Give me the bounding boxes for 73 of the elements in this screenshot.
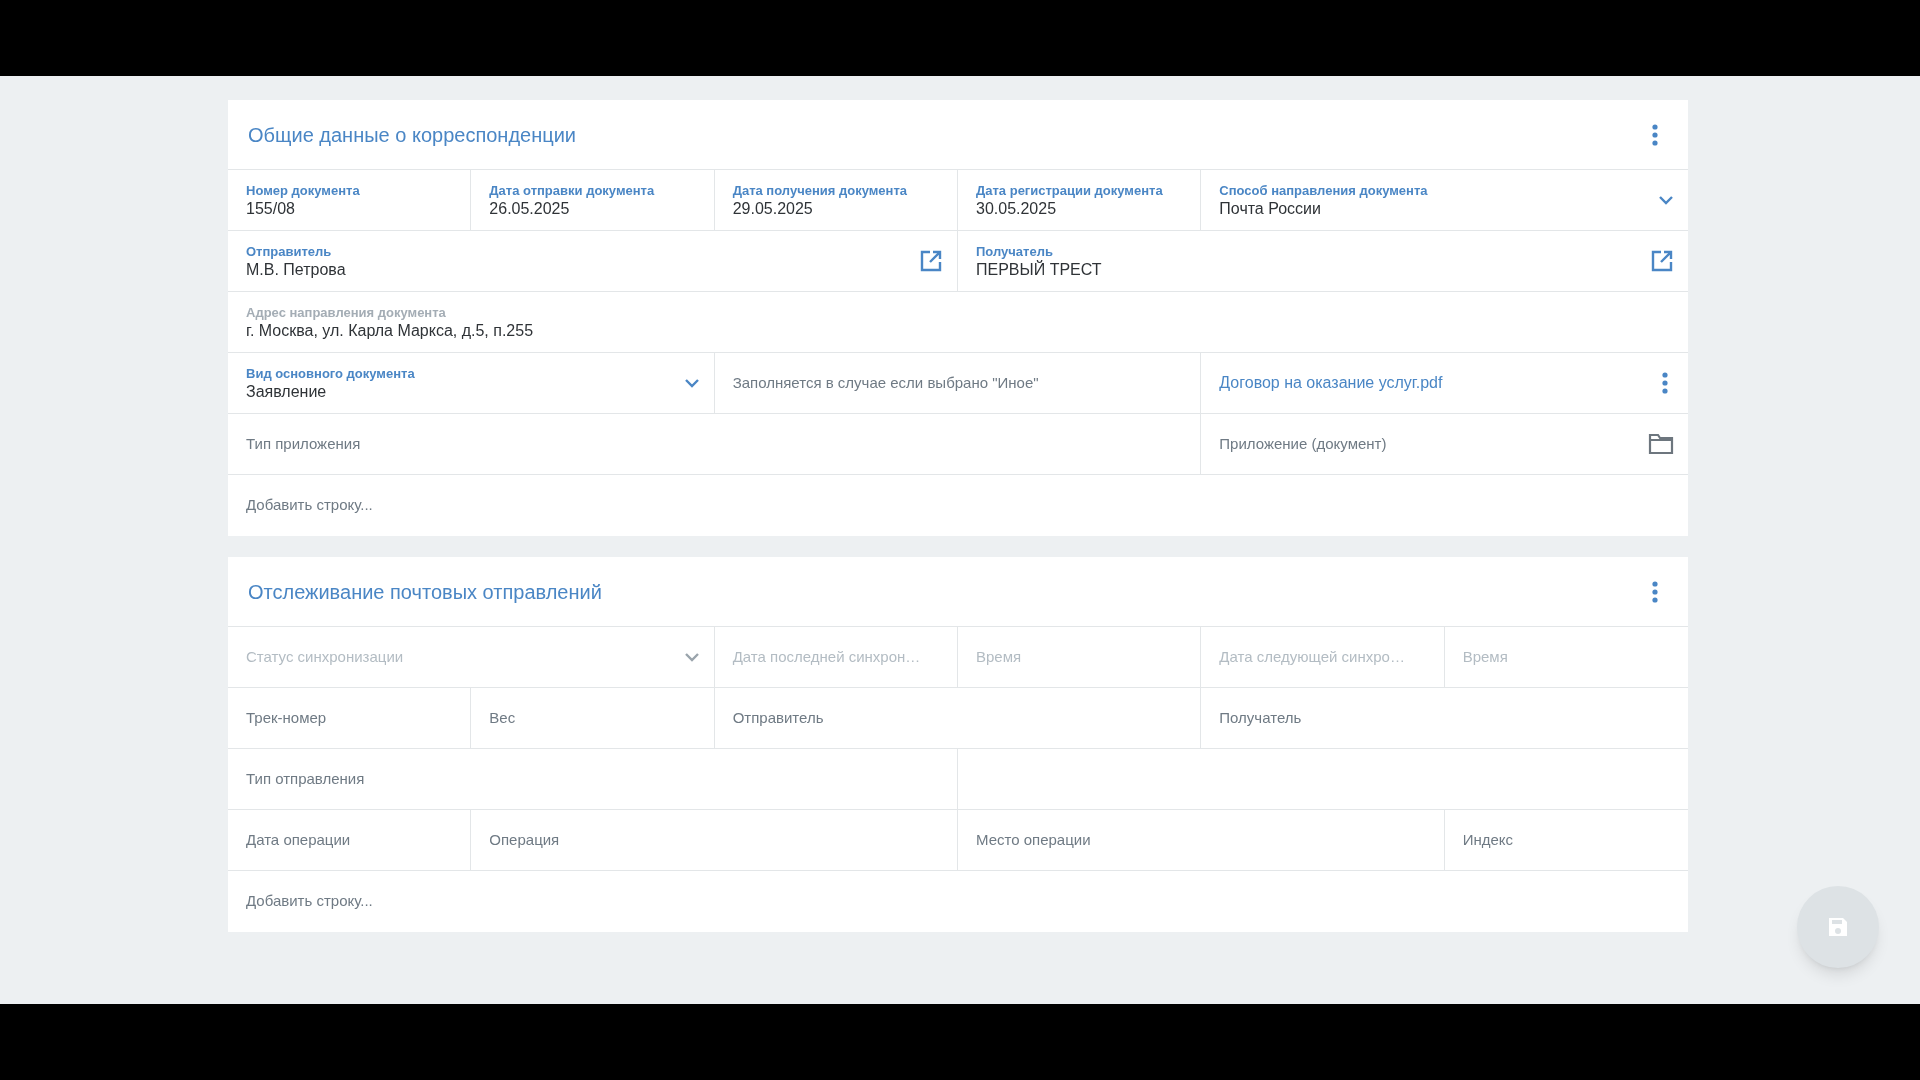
input-field[interactable]: Место операции [958, 810, 1445, 870]
input-field[interactable]: Дата операции [228, 810, 472, 870]
field-label: Адрес направления документа [246, 303, 447, 321]
field-placeholder: Статус синхронизации [246, 646, 404, 667]
attachment-field[interactable]: Договор на оказание услуг.pdf [1201, 353, 1688, 413]
input-field[interactable]: Тип приложения [228, 414, 1202, 474]
field-placeholder: Тип отправления [246, 768, 365, 789]
field-value: 155/08 [246, 198, 296, 219]
more-icon[interactable] [1652, 123, 1658, 146]
add-row-field[interactable]: Добавить строку... [228, 871, 1688, 932]
add-row-placeholder: Добавить строку... [246, 495, 373, 516]
input-field[interactable]: Отправитель [714, 688, 1202, 748]
field-placeholder: Дата следующей синхро… [1219, 646, 1405, 667]
add-row-placeholder: Добавить строку... [246, 891, 373, 912]
field-value: г. Москва, ул. Карла Маркса, д.5, п.255 [246, 320, 534, 341]
input-field[interactable]: Операция [471, 810, 958, 870]
folder-icon[interactable] [1648, 433, 1674, 455]
field-placeholder: Тип приложения [246, 433, 361, 454]
input-field[interactable]: Тип отправления [228, 749, 958, 809]
upload-field[interactable]: Приложение (документ) [1201, 414, 1688, 474]
field-placeholder: Заполняется в случае если выбрано "Иное" [732, 372, 1039, 393]
field-placeholder: Дата последней синхрон… [732, 646, 921, 667]
add-row-field[interactable]: Добавить строку... [228, 475, 1688, 536]
external-link-icon[interactable] [919, 249, 943, 273]
chevron-down-icon[interactable] [1658, 195, 1674, 205]
field-value: 30.05.2025 [976, 198, 1058, 219]
field-value: 26.05.2025 [489, 198, 571, 219]
input-field[interactable]: Дата получения документа 29.05.2025 [714, 170, 958, 230]
save-icon [1826, 915, 1850, 939]
field-value: М.В. Петрова [246, 259, 346, 280]
address-field[interactable]: Адрес направления документа г. Москва, ул. Карла Маркса, д.5, п.255 [228, 292, 1688, 352]
chevron-down-icon[interactable] [683, 378, 700, 388]
field-placeholder: Место операции [976, 829, 1091, 850]
field-placeholder: Трек-номер [246, 707, 327, 728]
input-field[interactable]: Получатель [1201, 688, 1688, 748]
reference-field[interactable]: Получатель ПЕРВЫЙ ТРЕСТ [958, 231, 1688, 291]
field-value: Почта России [1219, 198, 1322, 219]
field-label: Способ направления документа [1219, 181, 1428, 199]
input-field[interactable]: Трек-номер [228, 688, 472, 748]
field-label: Дата отправки документа [489, 181, 655, 199]
input-field[interactable]: Вес [471, 688, 715, 748]
input-field[interactable]: Дата отправки документа 26.05.2025 [471, 170, 715, 230]
field-value: Заявление [246, 381, 328, 402]
field-placeholder: Время [976, 646, 1022, 667]
field-placeholder: Вес [489, 707, 516, 728]
select-field[interactable]: Вид основного документа Заявление [228, 353, 715, 413]
field-label: Дата получения документа [732, 181, 907, 199]
field-label: Отправитель [246, 242, 333, 260]
field-placeholder: Приложение (документ) [1219, 433, 1387, 454]
more-icon[interactable] [1652, 580, 1658, 603]
card-title: Отслеживание почтовых отправлений [248, 579, 602, 605]
field-value: ПЕРВЫЙ ТРЕСТ [976, 259, 1102, 280]
field-placeholder: Время [1462, 646, 1508, 667]
field-value: 29.05.2025 [732, 198, 814, 219]
input-field[interactable]: Заполняется в случае если выбрано "Иное" [714, 353, 1202, 413]
field-placeholder: Получатель [1219, 707, 1302, 728]
input-field[interactable]: Дата регистрации документа 30.05.2025 [958, 170, 1202, 230]
field-placeholder: Отправитель [732, 707, 824, 728]
file-link[interactable]: Договор на оказание услуг.pdf [1219, 371, 1443, 395]
input-field[interactable]: Индекс [1444, 810, 1688, 870]
input-field[interactable]: Номер документа 155/08 [228, 170, 472, 230]
field-label: Дата регистрации документа [976, 181, 1163, 199]
field-label: Номер документа [246, 181, 360, 199]
field-label: Вид основного документа [246, 364, 415, 382]
field-placeholder: Дата операции [246, 829, 351, 850]
card-title: Общие данные о корреспонденции [248, 122, 577, 148]
select-field[interactable]: Способ направления документа Почта России [1201, 170, 1688, 230]
more-icon[interactable] [1662, 372, 1668, 394]
external-link-icon[interactable] [1650, 249, 1674, 273]
field-label: Получатель [976, 242, 1054, 260]
reference-field[interactable]: Отправитель М.В. Петрова [228, 231, 958, 291]
field-placeholder: Операция [489, 829, 560, 850]
field-placeholder: Индекс [1462, 829, 1514, 850]
